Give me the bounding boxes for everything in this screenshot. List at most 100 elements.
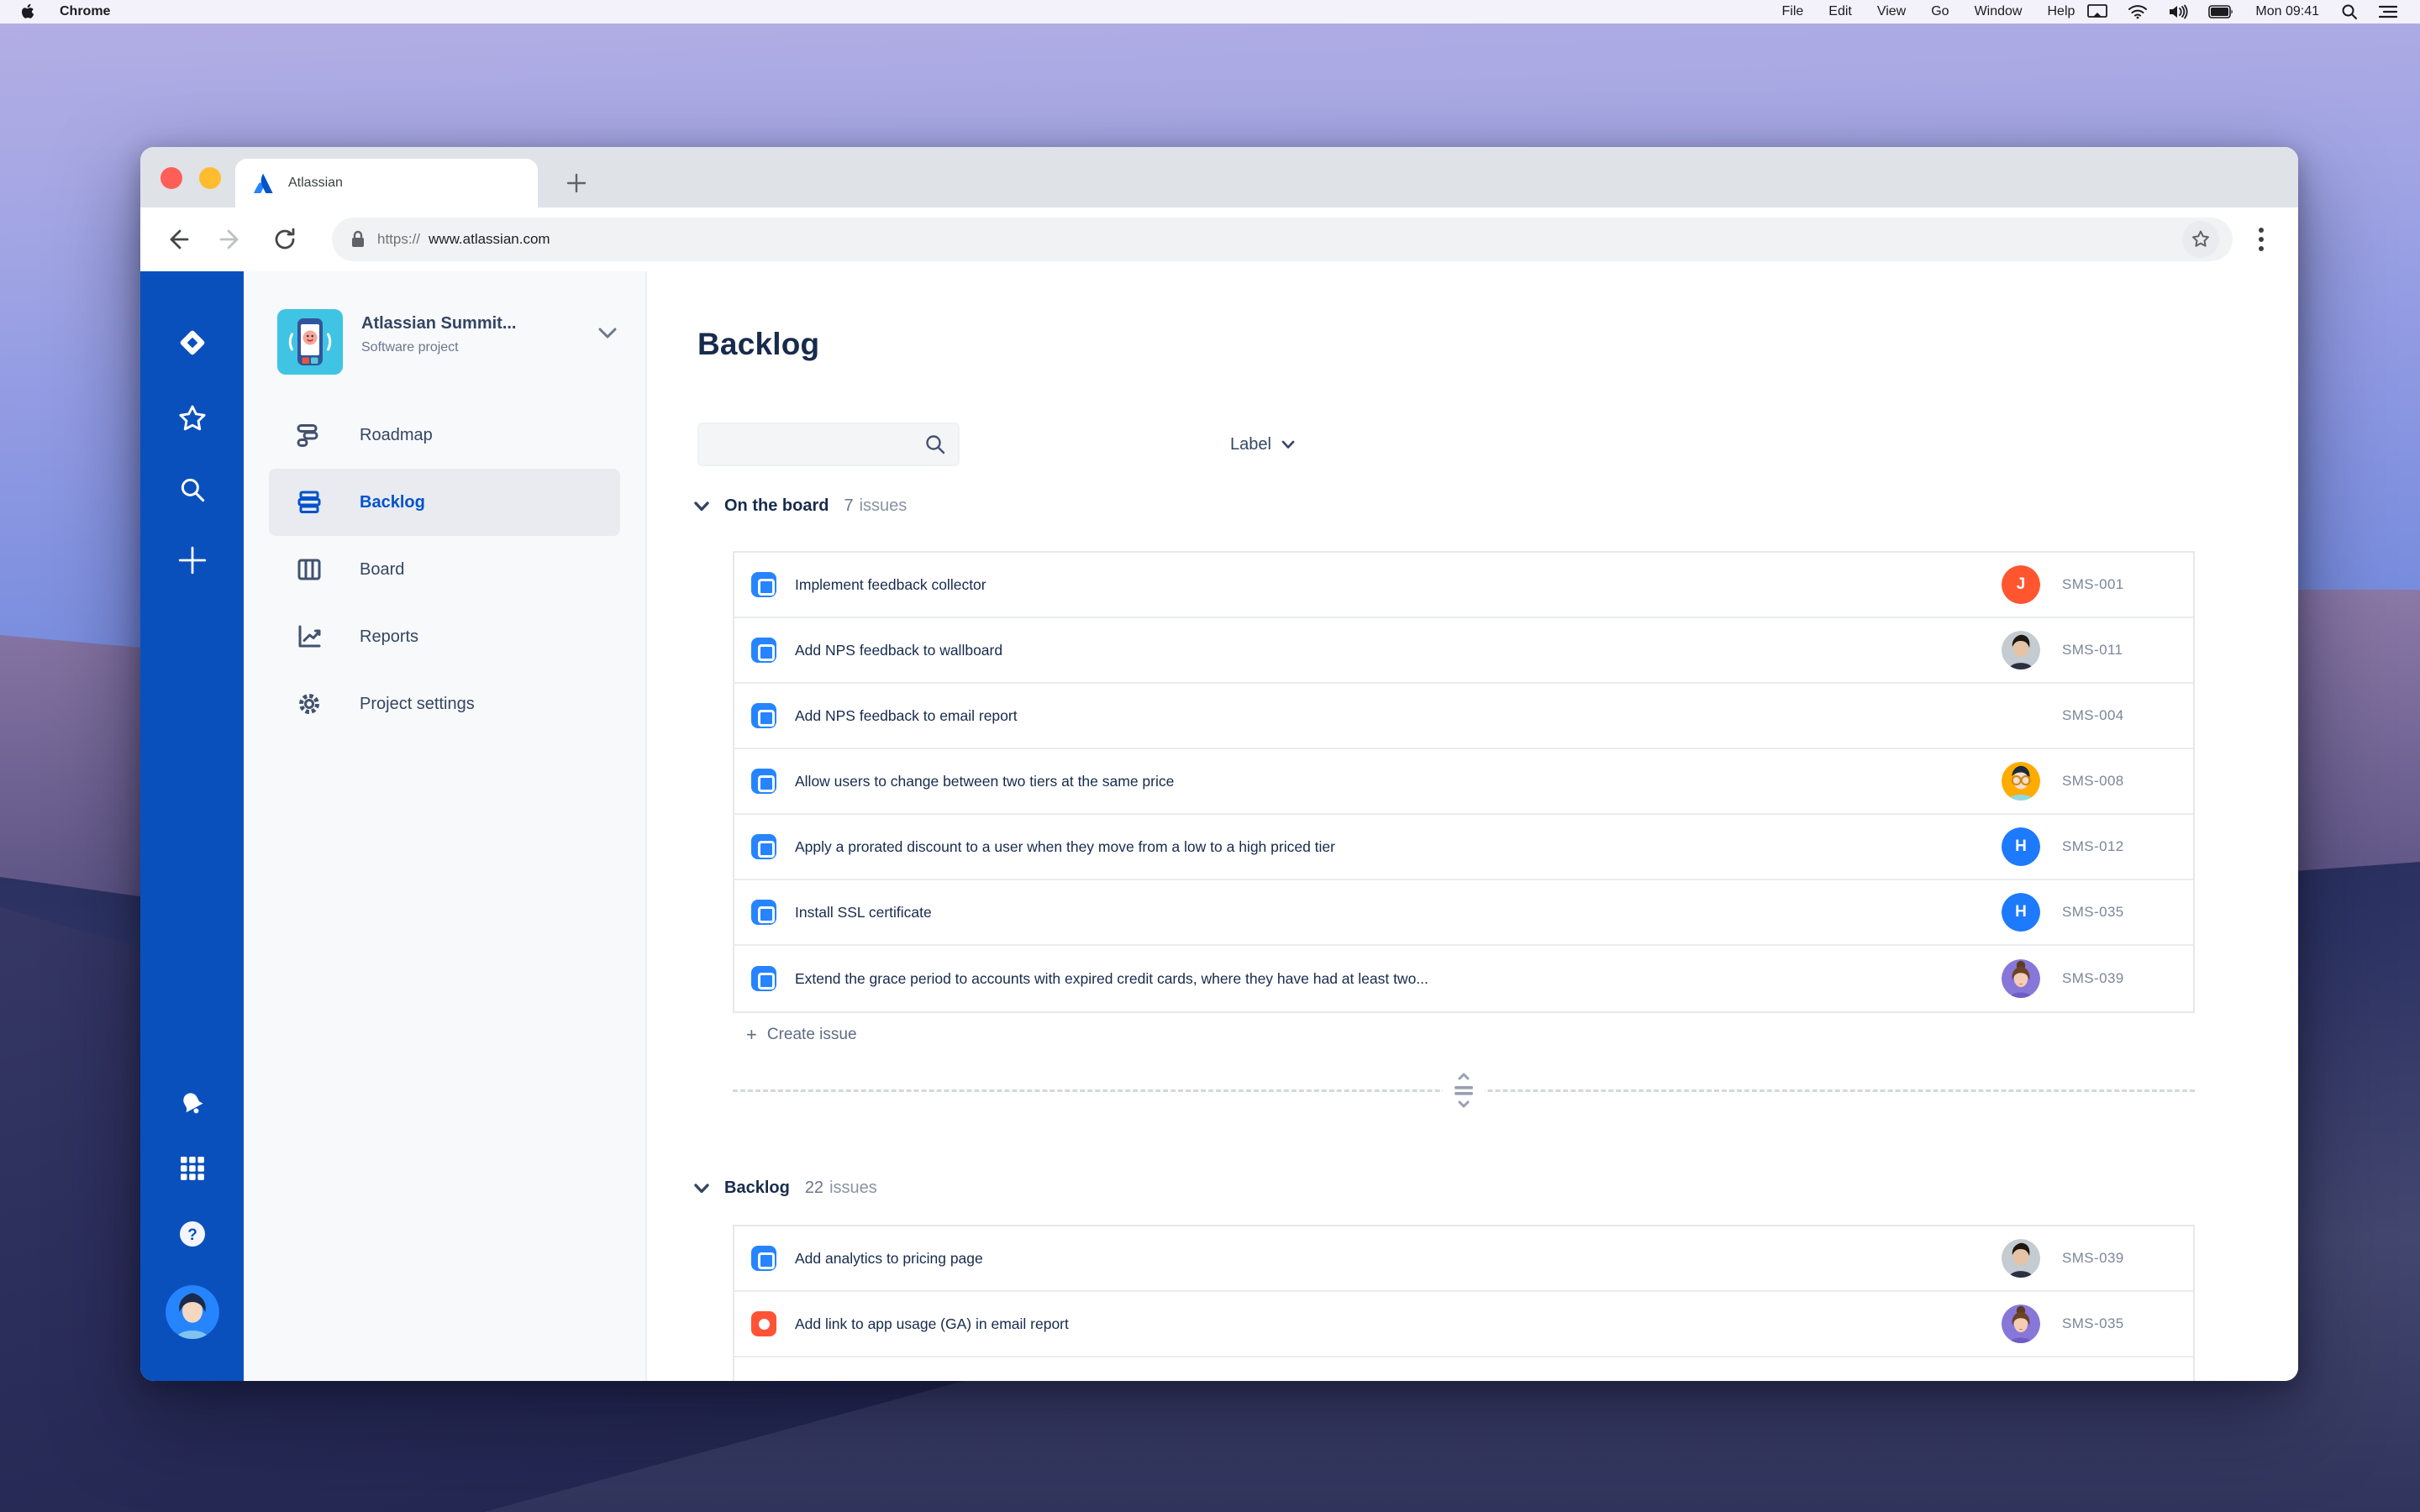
app-switcher-grid-icon[interactable] (178, 1154, 207, 1183)
close-window-button[interactable] (160, 167, 182, 189)
sidebar-item-board[interactable]: Board (269, 536, 620, 603)
address-bar[interactable]: https:// www.atlassian.com (332, 218, 2233, 261)
assignee-avatar[interactable] (1138, 423, 1181, 466)
issue-row[interactable]: Add analytics to pricing page SMS-039 (734, 1226, 2193, 1292)
reports-icon (294, 622, 324, 652)
help-icon[interactable]: ? (176, 1218, 208, 1250)
user-avatar[interactable] (165, 1285, 219, 1339)
issue-row[interactable]: Implement feedback collector J SMS-001 (734, 553, 2193, 618)
roadmap-icon (294, 420, 324, 450)
bookmark-star-button[interactable] (2182, 221, 2219, 258)
section-title: Backlog (724, 1179, 790, 1197)
project-chevron-down-icon[interactable] (598, 328, 617, 344)
issue-row[interactable]: Extend the grace period to accounts with… (734, 946, 2193, 1011)
favorites-star-icon[interactable] (176, 402, 208, 434)
sprint-backlog-divider[interactable] (733, 1072, 2195, 1109)
project-switcher[interactable]: Atlassian Summit... Software project (277, 309, 617, 375)
wifi-icon[interactable] (2128, 4, 2148, 19)
project-name: Atlassian Summit... (361, 314, 517, 333)
issue-type-icon (751, 572, 776, 597)
issue-row[interactable]: Add link to app usage (GA) in email repo… (734, 1292, 2193, 1357)
project-avatar (277, 309, 343, 375)
issue-type-icon (751, 834, 776, 859)
sidebar-item-reports[interactable]: Reports (269, 603, 620, 670)
section-issue-count-label: issues (859, 496, 908, 515)
browser-menu-button[interactable] (2244, 223, 2278, 256)
project-type: Software project (361, 340, 459, 354)
menu-item-help[interactable]: Help (2034, 4, 2087, 19)
issue-row[interactable]: Add NPS feedback to email report SMS-004 (734, 684, 2193, 749)
issue-row[interactable]: Install SSL certificate H SMS-035 (734, 880, 2193, 946)
section-title: On the board (724, 496, 829, 515)
issue-assignee-avatar-purple-woman[interactable] (2002, 959, 2040, 998)
menu-item-window[interactable]: Window (1962, 4, 2035, 19)
new-tab-button[interactable] (559, 165, 594, 201)
search-icon (926, 435, 945, 454)
issue-assignee-avatar-photo-man[interactable] (2002, 631, 2040, 669)
jira-app: ? Atlassian Summit... Software project R… (140, 271, 2298, 1381)
issue-assignee-avatar-initial[interactable]: H (2002, 827, 2040, 866)
notifications-bell-icon[interactable] (177, 1089, 208, 1119)
menu-bar-clock[interactable]: Mon 09:41 (2254, 4, 2321, 19)
sidebar-item-backlog[interactable]: Backlog (269, 469, 620, 536)
battery-icon[interactable] (2208, 5, 2233, 18)
menu-item-edit[interactable]: Edit (1816, 4, 1865, 19)
browser-tab[interactable]: Atlassian (235, 159, 538, 207)
board-icon (294, 554, 324, 585)
control-center-icon[interactable] (2378, 4, 2398, 19)
menu-item-file[interactable]: File (1769, 4, 1816, 19)
backlog-page: Backlog Label On the board 7 issues Impl… (647, 271, 2298, 1381)
issue-row-partial (734, 1357, 2193, 1381)
issue-assignee-avatar-initial[interactable]: H (2002, 893, 2040, 932)
search-input[interactable] (713, 436, 924, 453)
backlog-search[interactable] (697, 423, 960, 466)
tab-title: Atlassian (288, 176, 343, 190)
issue-assignee-avatar-orange-man[interactable] (2002, 762, 2040, 801)
url-host: www.atlassian.com (429, 231, 550, 247)
section-issue-count: 22 (804, 1179, 824, 1197)
project-nav: Roadmap Backlog Board Reports Project se… (244, 402, 645, 738)
back-button[interactable] (159, 221, 196, 258)
issue-assignee-avatar-empty[interactable] (2002, 696, 2040, 735)
search-icon[interactable] (177, 475, 208, 505)
issue-assignee-avatar-photo-man[interactable] (2002, 1239, 2040, 1278)
chevron-down-icon (1281, 440, 1295, 449)
browser-tab-bar: Atlassian (140, 147, 2298, 207)
backlog-icon (294, 487, 324, 517)
menu-item-go[interactable]: Go (1918, 4, 1961, 19)
screen-mirroring-icon[interactable] (2087, 4, 2108, 19)
divider-drag-handle-icon[interactable] (1443, 1072, 1485, 1109)
create-issue-label: Create issue (766, 1026, 857, 1043)
create-issue-button[interactable]: + Create issue (746, 1024, 857, 1046)
sidebar-item-roadmap[interactable]: Roadmap (269, 402, 620, 469)
assignee-avatar-stack (978, 423, 1181, 466)
issue-title: Apply a prorated discount to a user when… (795, 837, 1335, 855)
issue-assignee-avatar-initial[interactable]: J (2002, 565, 2040, 604)
issue-key: SMS-004 (2062, 707, 2124, 723)
issue-assignee-avatar-purple-woman[interactable] (2002, 1305, 2040, 1343)
label-filter-dropdown[interactable]: Label (1230, 435, 1295, 454)
issue-row[interactable]: Allow users to change between two tiers … (734, 749, 2193, 815)
create-plus-icon[interactable] (177, 545, 208, 575)
section-collapse-chevron-icon[interactable] (694, 1183, 709, 1194)
issue-key: SMS-012 (2062, 838, 2124, 854)
spotlight-icon[interactable] (2341, 3, 2358, 20)
label-filter-text: Label (1230, 434, 1271, 454)
forward-button[interactable] (213, 221, 250, 258)
jira-navigation-rail: ? (140, 271, 244, 1381)
issue-row[interactable]: Add NPS feedback to wallboard SMS-011 (734, 618, 2193, 684)
issue-row[interactable]: Apply a prorated discount to a user when… (734, 815, 2193, 880)
menu-item-chrome[interactable]: Chrome (43, 4, 1769, 19)
backlog-issue-list: Add analytics to pricing page SMS-039 Ad… (733, 1225, 2195, 1381)
reload-button[interactable] (266, 221, 303, 258)
atlassian-favicon-icon (252, 172, 275, 195)
section-collapse-chevron-icon[interactable] (694, 501, 709, 512)
apple-menu-icon[interactable] (22, 3, 36, 20)
minimize-window-button[interactable] (199, 167, 221, 189)
volume-icon[interactable] (2168, 4, 2188, 19)
jira-logo-icon[interactable] (173, 323, 212, 362)
menu-item-view[interactable]: View (1865, 4, 1918, 19)
macos-menu-bar: Chrome File Edit View Go Window Help Mon… (0, 0, 2420, 24)
sidebar-item-project-settings[interactable]: Project settings (269, 670, 620, 738)
lock-icon (350, 230, 366, 249)
